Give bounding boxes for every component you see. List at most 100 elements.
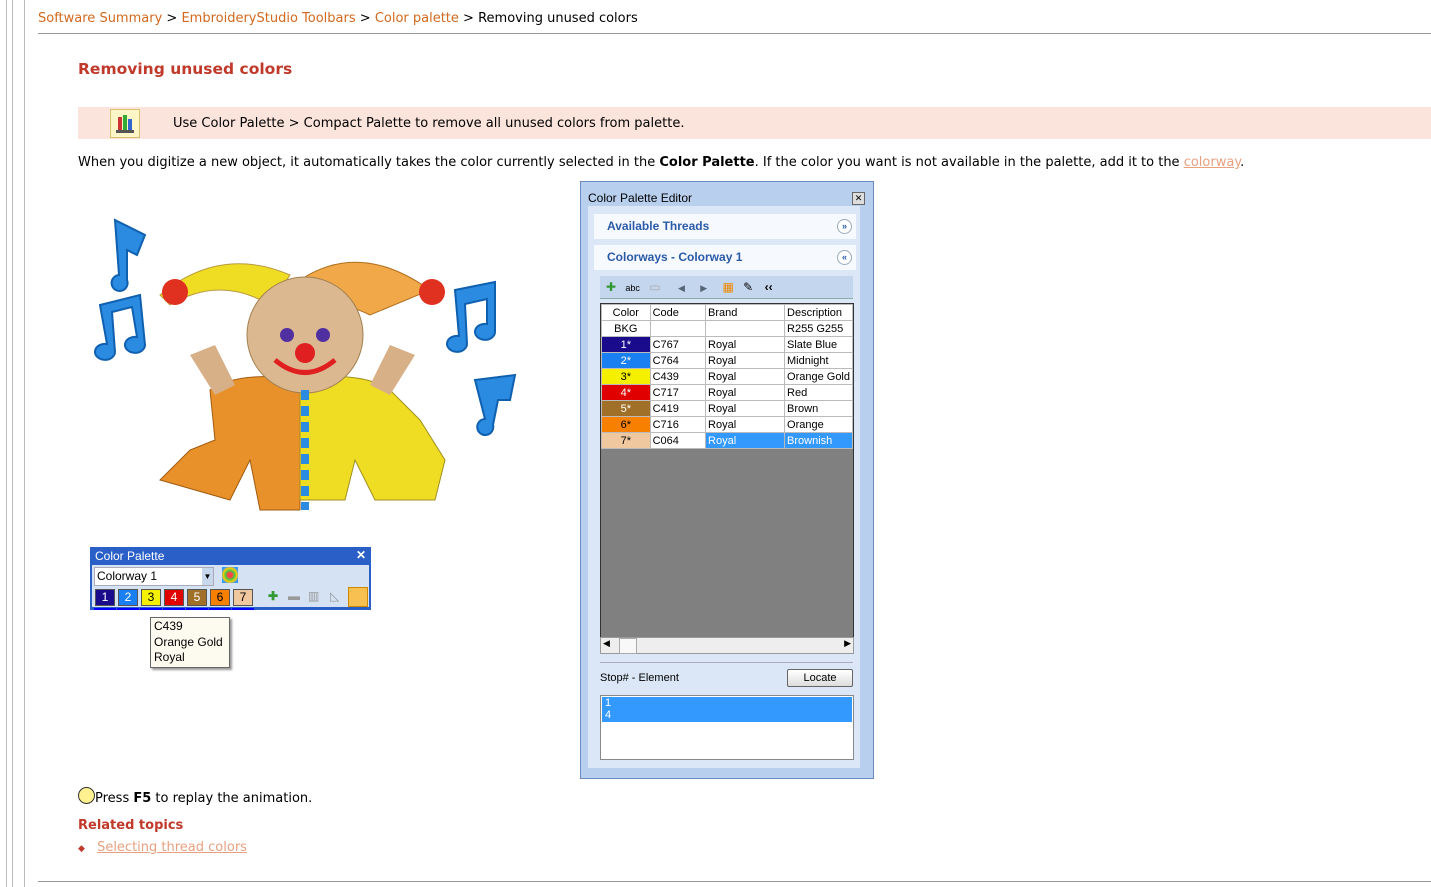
tip-bar: Use Color Palette > Compact Palette to r…: [78, 107, 1431, 139]
col-header[interactable]: Brand: [705, 304, 786, 321]
cell-brand: [705, 320, 786, 337]
cell-code: C064: [649, 432, 707, 449]
divider: [38, 33, 1431, 34]
scroll-right-icon[interactable]: ▶: [844, 638, 851, 649]
cell-code: C764: [649, 352, 707, 369]
color-grid-icon[interactable]: ▦: [722, 280, 733, 294]
cell-brand: Royal: [705, 416, 786, 433]
cell-desc: Brown: [784, 400, 853, 417]
cell-color: 4*: [601, 384, 651, 401]
col-header[interactable]: Code: [649, 304, 707, 321]
compact-palette-icon[interactable]: ▥: [308, 589, 319, 603]
cell-color: 6*: [601, 416, 651, 433]
breadcrumb-link[interactable]: EmbroideryStudio Toolbars: [181, 11, 355, 26]
scroll-left-icon[interactable]: ◀: [603, 638, 610, 649]
rename-icon[interactable]: abc: [625, 283, 640, 293]
editor-title: Color Palette Editor: [588, 191, 693, 205]
horizontal-scrollbar[interactable]: ◀ ▶: [600, 637, 854, 654]
palette-swatch[interactable]: 3: [140, 589, 162, 610]
cell-color: 2*: [601, 352, 651, 369]
palette-swatch[interactable]: 5: [186, 589, 208, 610]
remove-color-icon[interactable]: ▬: [288, 589, 300, 603]
cell-brand: Royal: [705, 400, 786, 417]
cell-desc: Brownish: [784, 432, 853, 449]
jester-embroidery-image: [94, 218, 517, 511]
thread-row[interactable]: 5* C419 Royal Brown: [601, 400, 853, 417]
cell-code: C717: [649, 384, 707, 401]
cell-code: C419: [649, 400, 707, 417]
next-icon[interactable]: ▶: [700, 283, 707, 293]
divider: [38, 881, 1431, 882]
thread-row[interactable]: 7* C064 Royal Brownish: [601, 432, 853, 449]
col-header[interactable]: Description: [784, 304, 853, 321]
palette-swatch[interactable]: 4: [163, 589, 185, 610]
stop-list-item[interactable]: 14: [602, 697, 852, 722]
collapse-icon[interactable]: «: [837, 250, 852, 265]
breadcrumb: Software Summary > EmbroideryStudio Tool…: [38, 11, 638, 26]
stop-list[interactable]: 14: [600, 695, 854, 760]
sep: >: [359, 11, 371, 26]
cell-code: [649, 320, 707, 337]
cell-brand: Royal: [705, 336, 786, 353]
sep: >: [463, 11, 474, 26]
color-grid-icon[interactable]: [222, 567, 238, 583]
thread-row[interactable]: 2* C764 Royal Midnight: [601, 352, 853, 369]
thread-row[interactable]: BKG R255 G255: [601, 320, 853, 337]
thread-row[interactable]: 3* C439 Royal Orange Gold: [601, 368, 853, 385]
color-palette-title: Color Palette: [95, 549, 165, 563]
compact-palette-icon: [110, 109, 140, 138]
cell-desc: Red: [784, 384, 853, 401]
intro-paragraph: When you digitize a new object, it autom…: [78, 155, 1245, 170]
breadcrumb-current: Removing unused colors: [478, 11, 638, 26]
expand-icon[interactable]: »: [837, 219, 852, 234]
collapse-left-icon[interactable]: ‹‹: [765, 280, 773, 294]
cell-brand: Royal: [705, 432, 786, 449]
col-header[interactable]: Color: [601, 304, 651, 321]
related-link[interactable]: Selecting thread colors: [97, 840, 247, 855]
palette-swatch[interactable]: 7: [232, 589, 254, 610]
add-color-icon[interactable]: ✚: [268, 589, 278, 603]
thread-row[interactable]: 1* C767 Royal Slate Blue: [601, 336, 853, 353]
colorway-toolbar: ✚ abc ▭ ◀ ▶ ▦ ✎ ‹‹: [600, 276, 853, 299]
cell-color: 5*: [601, 400, 651, 417]
delete-icon[interactable]: ▭: [649, 280, 660, 294]
available-threads-header[interactable]: Available Threads»: [594, 214, 856, 239]
colorway-link[interactable]: colorway: [1184, 155, 1240, 170]
add-thread-icon[interactable]: ✚: [606, 280, 616, 294]
cell-color: BKG: [601, 320, 651, 337]
breadcrumb-link[interactable]: Software Summary: [38, 11, 162, 26]
cell-code: C439: [649, 368, 707, 385]
colorways-header[interactable]: Colorways - Colorway 1 «: [594, 245, 856, 270]
thread-chart-icon[interactable]: ✎: [743, 280, 753, 294]
thread-row[interactable]: 4* C717 Royal Red: [601, 384, 853, 401]
sep: >: [166, 11, 178, 26]
cell-desc: R255 G255: [784, 320, 853, 337]
breadcrumb-link[interactable]: Color palette: [375, 11, 459, 26]
cell-desc: Orange Gold: [784, 368, 853, 385]
thread-row[interactable]: 6* C716 Royal Orange: [601, 416, 853, 433]
cell-desc: Slate Blue: [784, 336, 853, 353]
chevron-down-icon: ▼: [202, 568, 213, 585]
locate-button[interactable]: Locate: [787, 669, 853, 687]
lightbulb-icon: [78, 787, 95, 804]
cell-code: C767: [649, 336, 707, 353]
cell-color: 3*: [601, 368, 651, 385]
palette-swatch[interactable]: 6: [209, 589, 231, 610]
color-palette-editor: Color Palette Editor ✕ Available Threads…: [580, 181, 874, 779]
cell-desc: Orange: [784, 416, 853, 433]
cell-color: 1*: [601, 336, 651, 353]
related-topics-heading: Related topics: [78, 818, 184, 833]
bullet-icon: ◆: [78, 844, 85, 854]
close-icon[interactable]: ✕: [356, 548, 366, 562]
colorway-select[interactable]: Colorway 1 ▼: [94, 567, 214, 586]
prev-icon[interactable]: ◀: [678, 283, 685, 293]
palette-swatch[interactable]: 1: [94, 589, 116, 610]
palette-swatch[interactable]: 2: [117, 589, 139, 610]
close-icon[interactable]: ✕: [852, 192, 865, 205]
palette-editor-icon[interactable]: [348, 587, 368, 607]
cell-brand: Royal: [705, 352, 786, 369]
diagonal-icon[interactable]: ◺: [330, 589, 339, 603]
cell-brand: Royal: [705, 368, 786, 385]
thread-table: Color Code Brand Description BKG R255 G255 1*…: [600, 303, 854, 638]
cell-color: 7*: [601, 432, 651, 449]
